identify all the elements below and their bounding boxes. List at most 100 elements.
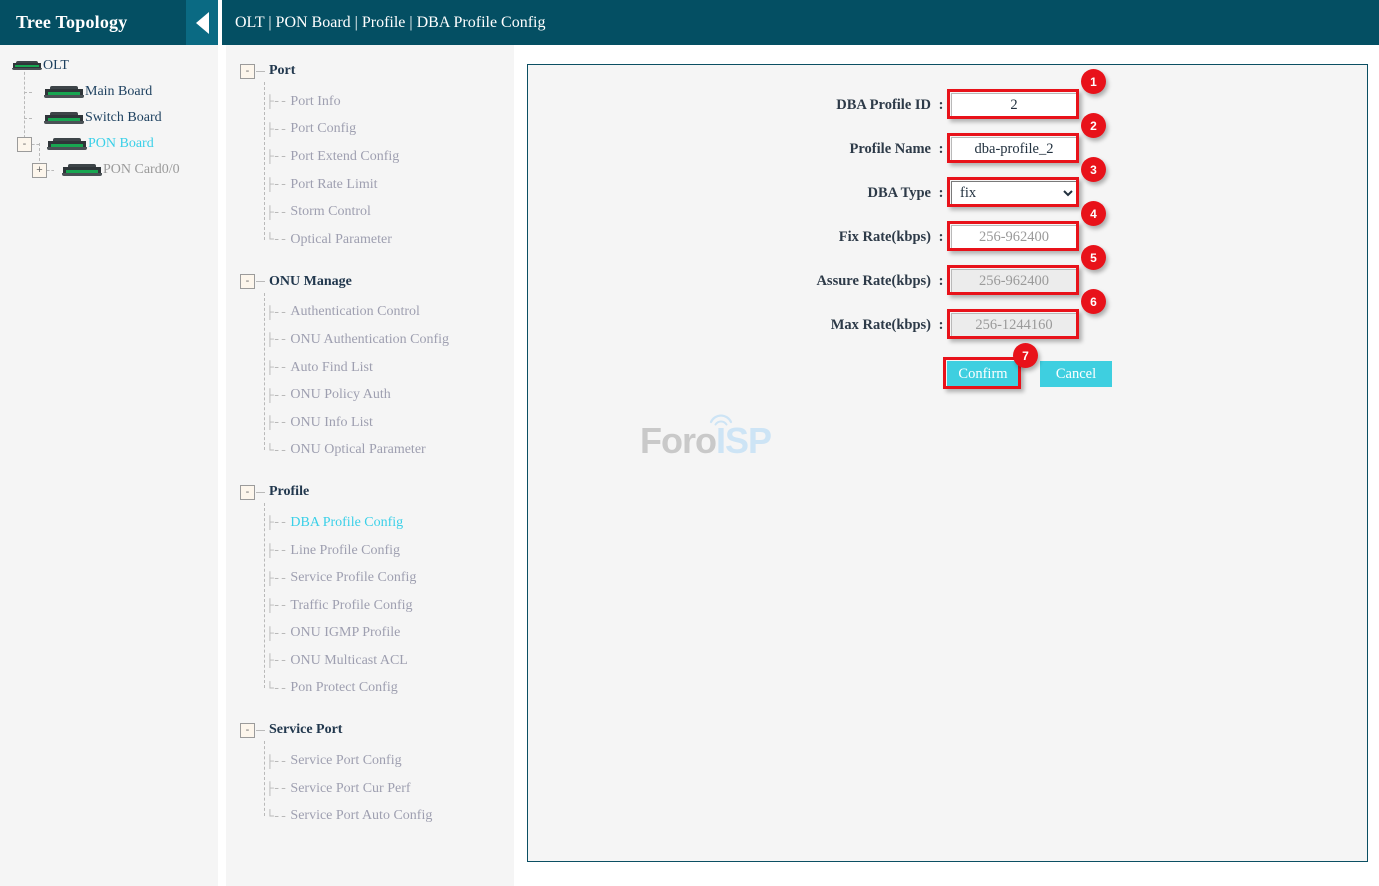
assure-rate-kbps-input <box>951 269 1077 293</box>
nav-item-pon-protect-config[interactable]: └-- Pon Protect Config <box>266 675 514 703</box>
nav-item-port-config[interactable]: ├-- Port Config <box>266 116 514 144</box>
field-colon: : <box>938 228 944 245</box>
tree-node-main-board[interactable]: Main Board <box>0 79 218 105</box>
watermark-part2: ISP <box>715 420 772 461</box>
annotation-badge-7: 7 <box>1013 343 1038 368</box>
nav-item-port-extend-config[interactable]: ├-- Port Extend Config <box>266 143 514 171</box>
dba-type-select[interactable]: fix <box>951 181 1077 205</box>
nav-group-toggle[interactable]: - <box>240 484 255 500</box>
nav-group: - ONU Manage ├-- Authentication Control ├-- O… <box>226 271 514 465</box>
tree-node-olt[interactable]: OLT <box>0 53 218 79</box>
wifi-arc-icon <box>709 414 733 426</box>
nav-group-header[interactable]: - Port <box>226 60 514 82</box>
annotation-badge-6: 6 <box>1081 289 1106 314</box>
nav-item-onu-policy-auth[interactable]: ├-- ONU Policy Auth <box>266 381 514 409</box>
nav-item-connector-icon: ├-- <box>266 149 287 165</box>
device-icon <box>44 111 84 125</box>
field-control: 1 <box>947 69 1106 119</box>
field-label: Profile Name <box>849 140 931 157</box>
field-control: 4 <box>947 201 1106 251</box>
nav-item-connector-icon: ├-- <box>266 570 287 586</box>
nav-group-header[interactable]: - Profile <box>226 481 514 503</box>
form-actions: Confirm 7 Cancel <box>943 343 1367 389</box>
nav-item-label: ONU Info List <box>290 414 373 430</box>
nav-item-list: ├-- DBA Profile Config ├-- Line Profile Con… <box>226 503 514 702</box>
nav-group-connector <box>256 729 265 731</box>
nav-item-connector-icon: ├-- <box>266 360 287 376</box>
max-rate-kbps-input <box>951 313 1077 337</box>
annotation-badge-1: 1 <box>1081 69 1106 94</box>
tree-toggle-pon-card[interactable]: + <box>32 162 47 178</box>
fix-rate-kbps-input[interactable] <box>951 225 1077 249</box>
tree-node-pon-card[interactable]: + PON Card0/0 <box>0 157 218 183</box>
nav-item-connector-icon: └-- <box>266 442 287 458</box>
nav-group-toggle[interactable]: - <box>240 722 255 738</box>
device-icon <box>44 85 84 99</box>
nav-spine-line <box>264 82 265 240</box>
nav-item-port-rate-limit[interactable]: ├-- Port Rate Limit <box>266 171 514 199</box>
confirm-button[interactable]: Confirm <box>947 361 1019 387</box>
nav-item-label: Service Profile Config <box>290 570 417 586</box>
nav-item-optical-parameter[interactable]: └-- Optical Parameter <box>266 226 514 254</box>
breadcrumb-bar: OLT | PON Board | Profile | DBA Profile … <box>222 0 1379 45</box>
cancel-button[interactable]: Cancel <box>1040 361 1112 387</box>
form-row: Fix Rate(kbps): 4 <box>528 201 1367 259</box>
field-colon: : <box>938 272 944 289</box>
nav-item-port-info[interactable]: ├-- Port Info <box>266 88 514 116</box>
nav-item-label: Pon Protect Config <box>290 680 398 696</box>
tree-node-pon-board[interactable]: - PON Board <box>0 131 218 157</box>
form-row: Assure Rate(kbps): 5 <box>528 245 1367 303</box>
nav-item-label: Service Port Auto Config <box>290 808 433 824</box>
nav-group-toggle[interactable]: - <box>240 274 255 290</box>
nav-item-service-port-config[interactable]: ├-- Service Port Config <box>266 747 514 775</box>
nav-item-connector-icon: ├-- <box>266 598 287 614</box>
nav-group-header[interactable]: - ONU Manage <box>226 271 514 293</box>
nav-item-service-port-cur-perf[interactable]: ├-- Service Port Cur Perf <box>266 775 514 803</box>
nav-group-toggle[interactable]: - <box>240 63 255 79</box>
annotation-badge-5: 5 <box>1081 245 1106 270</box>
tree-topology-sidebar: Tree Topology OLT Main Board Switch Boar… <box>0 0 218 886</box>
nav-group-connector <box>256 491 265 493</box>
nav-item-auto-find-list[interactable]: ├-- Auto Find List <box>266 354 514 382</box>
nav-group-connector <box>256 281 265 283</box>
nav-item-connector-icon: ├-- <box>266 653 287 669</box>
nav-item-connector-icon: ├-- <box>266 204 287 220</box>
nav-item-traffic-profile-config[interactable]: ├-- Traffic Profile Config <box>266 592 514 620</box>
nav-item-onu-info-list[interactable]: ├-- ONU Info List <box>266 409 514 437</box>
field-colon: : <box>938 96 944 113</box>
field-label: DBA Type <box>867 184 931 201</box>
nav-group-header[interactable]: - Service Port <box>226 719 514 741</box>
field-label: DBA Profile ID <box>836 96 931 113</box>
field-colon: : <box>938 184 944 201</box>
nav-item-line-profile-config[interactable]: ├-- Line Profile Config <box>266 537 514 565</box>
nav-group: - Port ├-- Port Info ├-- Port Config ├-- Port E… <box>226 60 514 254</box>
nav-item-service-port-auto-config[interactable]: └-- Service Port Auto Config <box>266 802 514 830</box>
nav-item-connector-icon: ├-- <box>266 415 287 431</box>
nav-item-label: Service Port Cur Perf <box>290 780 411 796</box>
dba-profile-form: DBA Profile ID:1Profile Name:2DBA Type:f… <box>528 69 1367 389</box>
tree-node-switch-board[interactable]: Switch Board <box>0 105 218 131</box>
tree-node-label: PON Board <box>88 136 154 151</box>
device-icon <box>62 163 102 177</box>
nav-item-onu-authentication-config[interactable]: ├-- ONU Authentication Config <box>266 326 514 354</box>
tree-toggle-pon-board[interactable]: - <box>17 136 32 152</box>
nav-group: - Service Port ├-- Service Port Config ├-- Se… <box>226 719 514 830</box>
navigation-panel: - Port ├-- Port Info ├-- Port Config ├-- Port E… <box>226 45 514 886</box>
sidebar-collapse-button[interactable] <box>186 0 218 45</box>
nav-item-onu-multicast-acl[interactable]: ├-- ONU Multicast ACL <box>266 647 514 675</box>
dba-profile-id-input[interactable] <box>951 93 1077 117</box>
sidebar-header: Tree Topology <box>0 0 218 45</box>
nav-item-onu-igmp-profile[interactable]: ├-- ONU IGMP Profile <box>266 620 514 648</box>
breadcrumb: OLT | PON Board | Profile | DBA Profile … <box>235 13 546 31</box>
nav-item-storm-control[interactable]: ├-- Storm Control <box>266 198 514 226</box>
nav-group-connector <box>256 70 265 72</box>
profile-name-input[interactable] <box>951 137 1077 161</box>
nav-item-service-profile-config[interactable]: ├-- Service Profile Config <box>266 564 514 592</box>
nav-item-label: Traffic Profile Config <box>290 597 413 613</box>
nav-group: - Profile ├-- DBA Profile Config ├-- Line Pro… <box>226 481 514 702</box>
nav-item-label: Authentication Control <box>290 304 420 320</box>
confirm-wrapper: Confirm 7 <box>943 343 1038 389</box>
nav-item-dba-profile-config[interactable]: ├-- DBA Profile Config <box>266 509 514 537</box>
nav-item-authentication-control[interactable]: ├-- Authentication Control <box>266 299 514 327</box>
nav-item-onu-optical-parameter[interactable]: └-- ONU Optical Parameter <box>266 437 514 465</box>
